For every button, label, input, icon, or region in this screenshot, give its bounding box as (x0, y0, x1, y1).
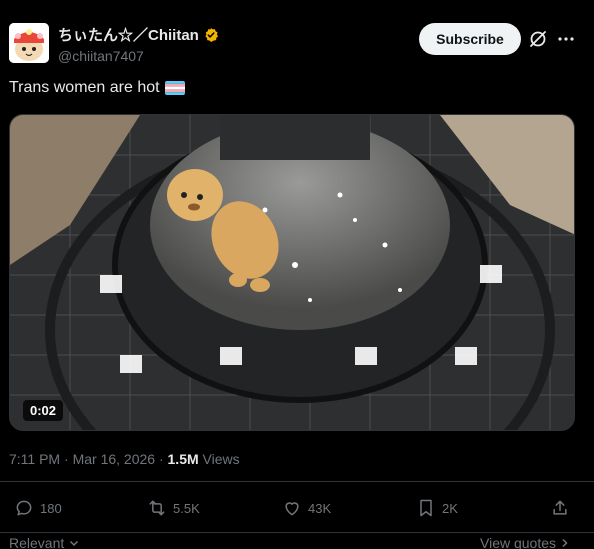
video-player[interactable]: 0:02 (9, 114, 575, 431)
tweet-text: Trans women are hot (9, 79, 185, 97)
subscribe-button[interactable]: Subscribe (419, 23, 521, 55)
author-display-name[interactable]: ちぃたん☆／Chiitan (58, 24, 199, 45)
bookmark-icon (420, 499, 432, 517)
repost-button[interactable]: 5.5K (147, 498, 200, 518)
transgender-flag-icon (164, 81, 185, 95)
tweet-meta: 7:11 PM · Mar 16, 2026 · 1.5M Views (9, 451, 240, 467)
relevant-label: Relevant (9, 535, 65, 549)
heart-icon (285, 502, 299, 516)
share-icon (553, 500, 567, 515)
avatar[interactable] (9, 23, 49, 63)
views-count: 1.5M (167, 451, 199, 467)
author-block: ちぃたん☆／Chiitan @chiitan7407 (58, 24, 219, 64)
meta-separator: · (60, 451, 73, 467)
tweet-date[interactable]: Mar 16, 2026 (73, 451, 156, 467)
reply-count: 180 (40, 500, 62, 516)
divider (0, 532, 594, 533)
more-horizontal-icon[interactable] (556, 29, 576, 49)
chevron-down-icon (68, 536, 80, 549)
reply-icon (16, 500, 32, 516)
video-duration: 0:02 (23, 400, 64, 421)
tweet-body: Trans women are hot (9, 79, 160, 96)
author-handle[interactable]: @chiitan7407 (58, 48, 219, 64)
views-label: Views (198, 451, 240, 467)
like-button[interactable]: 43K (282, 498, 331, 518)
relevant-sort-button[interactable]: Relevant (9, 535, 80, 549)
chevron-right-icon (560, 536, 570, 549)
tweet-time[interactable]: 7:11 PM (9, 451, 60, 467)
repost-icon (149, 500, 165, 516)
like-count: 43K (308, 500, 332, 516)
bookmark-count: 2K (442, 500, 458, 516)
video-frame (10, 115, 574, 430)
reply-button[interactable]: 180 (14, 498, 62, 518)
author-name-row[interactable]: ちぃたん☆／Chiitan (58, 24, 219, 45)
verified-badge-icon[interactable] (203, 27, 219, 43)
view-quotes-link[interactable]: View quotes (480, 535, 570, 549)
grok-icon[interactable] (528, 29, 548, 49)
action-bar: 180 5.5K 43K 2K (0, 498, 594, 524)
divider (0, 481, 594, 482)
meta-separator: · (155, 451, 168, 467)
bookmark-button[interactable]: 2K (416, 498, 458, 518)
view-quotes-label: View quotes (480, 535, 557, 549)
repost-count: 5.5K (173, 500, 200, 516)
share-button[interactable] (550, 498, 570, 518)
